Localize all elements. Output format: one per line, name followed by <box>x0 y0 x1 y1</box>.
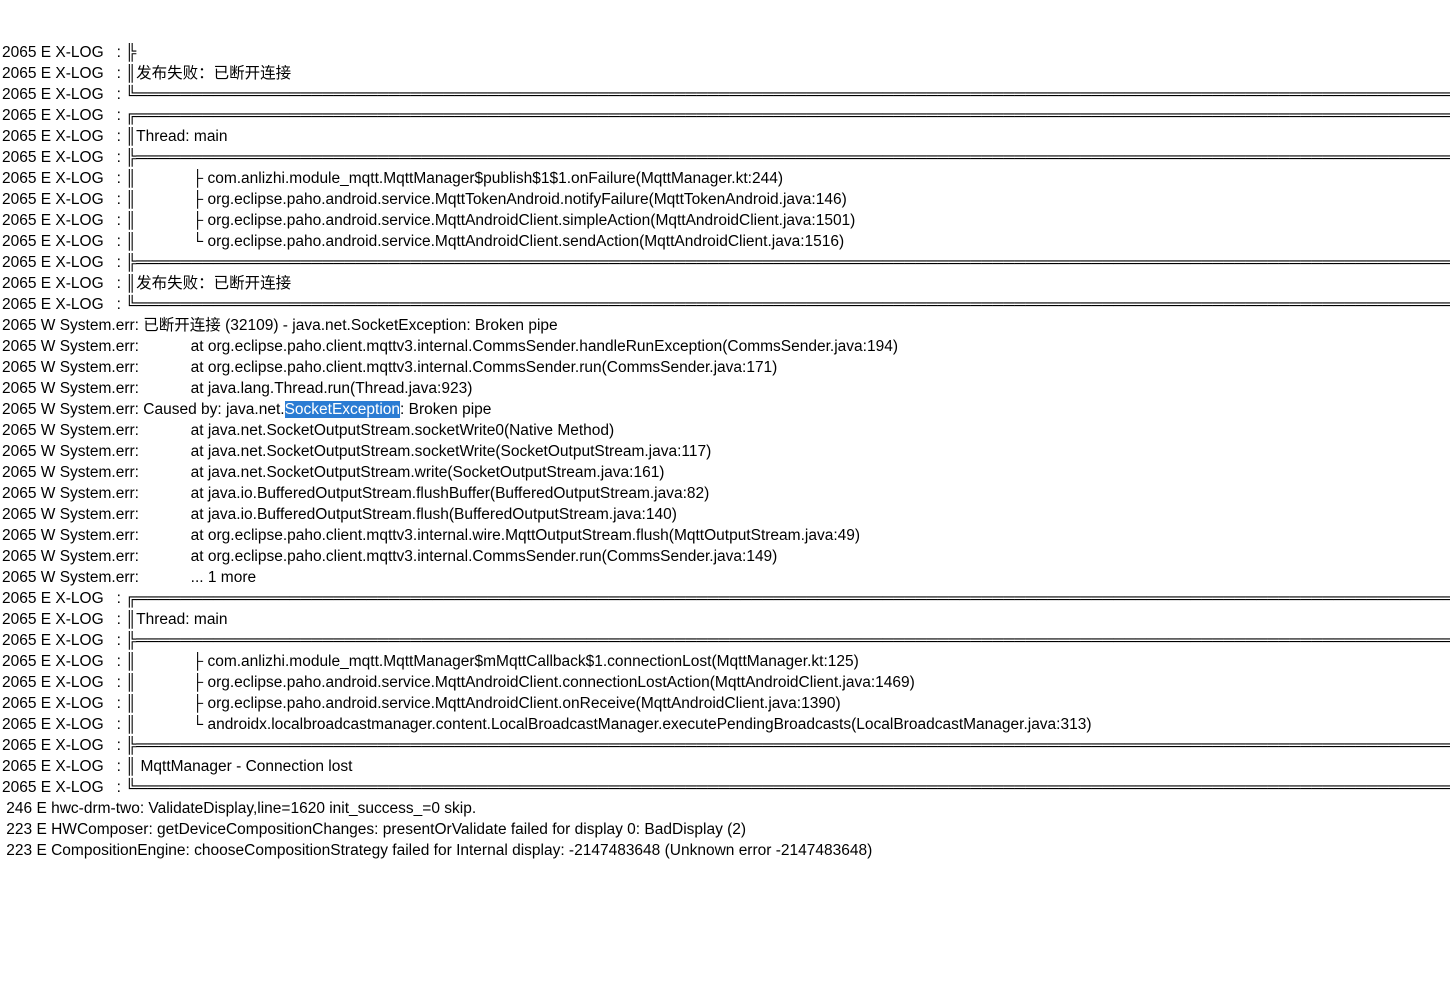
log-line: 2065 E X-LOG : ╠════════════════════════… <box>2 252 1448 273</box>
log-line: 2065 W System.err: at org.eclipse.paho.c… <box>2 546 1448 567</box>
log-line: 2065 E X-LOG : ║ └ androidx.localbroadca… <box>2 714 1448 735</box>
log-line: 2065 E X-LOG : ╠════════════════════════… <box>2 147 1448 168</box>
log-line: 2065 W System.err: at java.net.SocketOut… <box>2 420 1448 441</box>
log-line: 2065 E X-LOG : ╔════════════════════════… <box>2 105 1448 126</box>
log-line: 2065 E X-LOG : ║ ├ org.eclipse.paho.andr… <box>2 672 1448 693</box>
log-line: 2065 W System.err: at org.eclipse.paho.c… <box>2 357 1448 378</box>
log-line: 2065 E X-LOG : ║发布失败：已断开连接 <box>2 63 1448 84</box>
log-line: 2065 E X-LOG : ╚════════════════════════… <box>2 777 1448 798</box>
log-line: 2065 E X-LOG : ╠ <box>2 42 1448 63</box>
log-line: 2065 E X-LOG : ║ ├ org.eclipse.paho.andr… <box>2 210 1448 231</box>
log-line: 2065 E X-LOG : ║ MqttManager - Connectio… <box>2 756 1448 777</box>
log-line: 2065 W System.err: 已断开连接 (32109) - java.… <box>2 315 1448 336</box>
log-line: 2065 W System.err: at org.eclipse.paho.c… <box>2 525 1448 546</box>
log-line: 2065 W System.err: at java.net.SocketOut… <box>2 441 1448 462</box>
log-line: 2065 W System.err: at java.io.BufferedOu… <box>2 504 1448 525</box>
log-line: 2065 W System.err: ... 1 more <box>2 567 1448 588</box>
log-line: 2065 W System.err: at java.lang.Thread.r… <box>2 378 1448 399</box>
log-line: 2065 E X-LOG : ╠════════════════════════… <box>2 735 1448 756</box>
log-line: 2065 E X-LOG : ║ └ org.eclipse.paho.andr… <box>2 231 1448 252</box>
log-line: 2065 E X-LOG : ║ ├ org.eclipse.paho.andr… <box>2 693 1448 714</box>
log-line: 2065 E X-LOG : ╚════════════════════════… <box>2 84 1448 105</box>
log-line: 2065 W System.err: at java.net.SocketOut… <box>2 462 1448 483</box>
log-line: 246 E hwc-drm-two: ValidateDisplay,line=… <box>2 798 1448 819</box>
log-line: 2065 E X-LOG : ╚════════════════════════… <box>2 294 1448 315</box>
log-line: 2065 E X-LOG : ║发布失败：已断开连接 <box>2 273 1448 294</box>
log-line: 2065 E X-LOG : ║ ├ com.anlizhi.module_mq… <box>2 168 1448 189</box>
log-line: 2065 W System.err: at org.eclipse.paho.c… <box>2 336 1448 357</box>
log-line: 2065 W System.err: Caused by: java.net.S… <box>2 399 1448 420</box>
text-selection: SocketException <box>285 401 400 418</box>
log-line: 2065 E X-LOG : ║Thread: main <box>2 126 1448 147</box>
log-line: 223 E CompositionEngine: chooseCompositi… <box>2 840 1448 861</box>
log-line: 2065 E X-LOG : ║Thread: main <box>2 609 1448 630</box>
log-line: 2065 E X-LOG : ║ ├ com.anlizhi.module_mq… <box>2 651 1448 672</box>
log-line: 2065 W System.err: at java.io.BufferedOu… <box>2 483 1448 504</box>
log-line: 2065 E X-LOG : ║ ├ org.eclipse.paho.andr… <box>2 189 1448 210</box>
log-line: 2065 E X-LOG : ╠════════════════════════… <box>2 630 1448 651</box>
log-output: 2065 E X-LOG : ╠2065 E X-LOG : ║发布失败：已断开… <box>0 42 1450 867</box>
log-line: 2065 E X-LOG : ╔════════════════════════… <box>2 588 1448 609</box>
log-line: 223 E HWComposer: getDeviceCompositionCh… <box>2 819 1448 840</box>
